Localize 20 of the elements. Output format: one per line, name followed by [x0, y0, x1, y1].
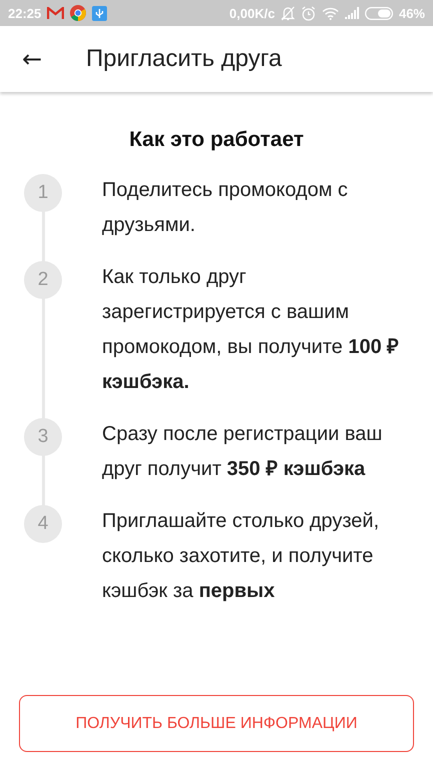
- step-text: Сразу после регистрации ваш друг получит 350 ₽ кэшбэка: [102, 422, 384, 482]
- screen-title: Пригласить друга: [86, 45, 282, 73]
- step-text: Поделитесь промокодом с друзьями.: [102, 178, 349, 238]
- bell-off-icon: [280, 6, 295, 20]
- section-heading: Как это работает: [128, 128, 305, 152]
- alarm-icon: [300, 6, 316, 20]
- step-text: Как только друг зарегистрируется с вашим промокодом, вы получите 100 ₽ кэшбэка.: [102, 265, 400, 395]
- step-text: Приглашайте столько друзей, сколько захотите, и получите кэшбэк за первых: [102, 509, 380, 604]
- step-number: 2: [24, 261, 62, 299]
- step-number: 1: [24, 174, 62, 212]
- step-number: 4: [24, 505, 62, 543]
- wifi-icon: [322, 6, 339, 20]
- battery-icon: [364, 6, 393, 20]
- step-number: 3: [24, 418, 62, 456]
- browser-icon: [70, 5, 86, 21]
- usb-icon: [92, 6, 108, 20]
- mail-icon: [47, 6, 64, 20]
- more-info-button[interactable]: ПОЛУЧИТЬ БОЛЬШЕ ИНФОРМАЦИИ: [19, 695, 414, 752]
- back-button[interactable]: ←: [14, 45, 50, 73]
- signal-icon: [344, 7, 359, 19]
